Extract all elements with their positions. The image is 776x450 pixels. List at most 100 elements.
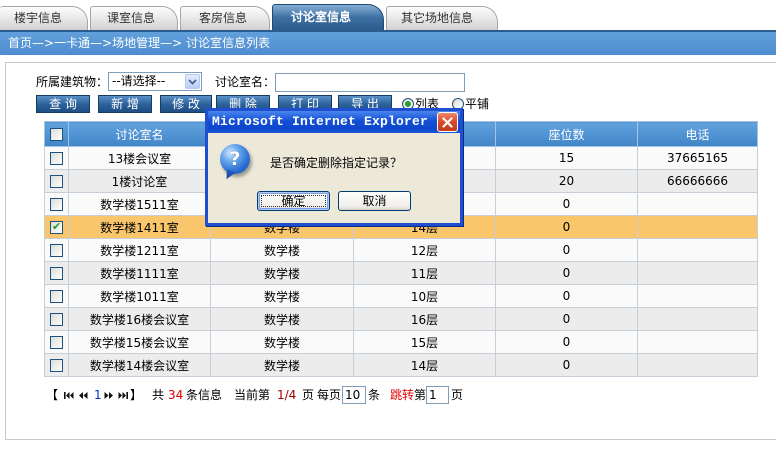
- cell-seats: 0: [495, 261, 638, 285]
- col-header-seats[interactable]: 座位数: [495, 121, 638, 147]
- dialog-close-button[interactable]: [437, 112, 458, 132]
- row-checkbox[interactable]: [50, 336, 63, 349]
- select-all-checkbox[interactable]: [50, 128, 63, 141]
- ok-button[interactable]: 确定: [257, 191, 330, 211]
- per-page-suffix: 条: [368, 388, 381, 402]
- cell-floor: 12层: [353, 238, 496, 262]
- current-page-prefix: 当前第: [234, 388, 271, 402]
- cell-building: 数学楼: [210, 284, 354, 308]
- cell-name: 数学楼1111室: [68, 261, 211, 285]
- jump-link[interactable]: 跳转: [390, 387, 414, 403]
- cell-phone: [637, 261, 758, 285]
- row-checkbox[interactable]: [50, 152, 63, 165]
- tab-label: 其它场地信息: [401, 11, 474, 25]
- query-button[interactable]: 查 询: [36, 95, 90, 113]
- row-select-cell: [44, 238, 69, 262]
- row-checkbox[interactable]: [50, 198, 63, 211]
- cell-seats: 0: [495, 353, 638, 377]
- cell-phone: [637, 215, 758, 239]
- room-name-input[interactable]: [275, 73, 465, 92]
- row-select-cell: [44, 261, 69, 285]
- cell-name: 数学楼16楼会议室: [68, 307, 211, 331]
- col-header-name[interactable]: 讨论室名: [68, 121, 211, 147]
- tab-label: 楼宇信息: [14, 11, 63, 25]
- cell-name: 数学楼1411室: [68, 215, 211, 239]
- close-icon: [442, 116, 453, 128]
- tab-other-venue-info[interactable]: 其它场地信息: [386, 6, 498, 30]
- question-icon: [220, 144, 250, 174]
- table-row[interactable]: 数学楼1111室 数学楼 11层 0: [44, 261, 758, 285]
- confirm-dialog: Microsoft Internet Explorer 是否确定删除指定记录？ …: [205, 108, 463, 226]
- prev-page-icon[interactable]: [78, 391, 88, 400]
- per-page-input[interactable]: [342, 386, 366, 404]
- cell-seats: 20: [495, 169, 638, 193]
- dialog-message: 是否确定删除指定记录？: [270, 156, 403, 170]
- row-checkbox[interactable]: [50, 175, 63, 188]
- table-row[interactable]: 数学楼1211室 数学楼 12层 0: [44, 238, 758, 262]
- view-tile-label[interactable]: 平铺: [465, 96, 489, 112]
- tab-building-info[interactable]: 楼宇信息: [0, 6, 88, 30]
- col-header-phone[interactable]: 电话: [637, 121, 758, 147]
- cell-floor: 14层: [353, 353, 496, 377]
- row-select-cell: [44, 353, 69, 377]
- add-button[interactable]: 新 增: [98, 95, 152, 113]
- row-checkbox[interactable]: [50, 359, 63, 372]
- cell-name: 数学楼1011室: [68, 284, 211, 308]
- cell-floor: 16层: [353, 307, 496, 331]
- row-select-cell: [44, 215, 69, 239]
- row-checkbox[interactable]: [50, 290, 63, 303]
- row-checkbox[interactable]: [50, 313, 63, 326]
- row-select-cell: [44, 307, 69, 331]
- building-select-value: --请选择--: [112, 74, 166, 88]
- cell-phone: [637, 192, 758, 216]
- first-page-icon[interactable]: [64, 391, 74, 400]
- table-row[interactable]: 数学楼14楼会议室 数学楼 14层 0: [44, 353, 758, 377]
- cell-name: 数学楼15楼会议室: [68, 330, 211, 354]
- row-checkbox[interactable]: [50, 267, 63, 280]
- cell-floor: 15层: [353, 330, 496, 354]
- dropdown-arrow-icon[interactable]: [185, 74, 200, 89]
- tab-label: 客房信息: [199, 11, 248, 25]
- jump-suffix: 页: [451, 388, 464, 402]
- row-checkbox[interactable]: [50, 244, 63, 257]
- room-name-label: 讨论室名：: [215, 75, 276, 89]
- total-prefix: 共: [152, 388, 165, 402]
- jump-page-input[interactable]: [426, 386, 449, 404]
- cell-phone: [637, 307, 758, 331]
- cell-name: 数学楼1511室: [68, 192, 211, 216]
- table-row[interactable]: 数学楼16楼会议室 数学楼 16层 0: [44, 307, 758, 331]
- total-suffix: 条信息: [186, 388, 223, 402]
- page-link[interactable]: 1: [94, 387, 102, 403]
- dialog-title-bar[interactable]: Microsoft Internet Explorer: [208, 111, 460, 133]
- row-select-cell: [44, 146, 69, 170]
- cell-seats: 0: [495, 215, 638, 239]
- per-page-prefix: 每页: [317, 388, 342, 402]
- cell-seats: 0: [495, 284, 638, 308]
- last-page-icon[interactable]: [118, 391, 128, 400]
- breadcrumb: 首页—>一卡通—>场地管理—> 讨论室信息列表: [0, 30, 776, 55]
- tab-guestroom-info[interactable]: 客房信息: [180, 6, 270, 30]
- jump-prefix: 第: [414, 388, 427, 402]
- cell-floor: 10层: [353, 284, 496, 308]
- tab-classroom-info[interactable]: 课室信息: [90, 6, 178, 30]
- cell-phone: 37665165: [637, 146, 758, 170]
- tab-label: 讨论室信息: [291, 10, 352, 24]
- cell-building: 数学楼: [210, 238, 354, 262]
- next-page-icon[interactable]: [104, 391, 114, 400]
- cell-seats: 0: [495, 238, 638, 262]
- row-select-cell: [44, 192, 69, 216]
- cell-phone: [637, 330, 758, 354]
- cancel-button[interactable]: 取消: [338, 191, 411, 211]
- table-row[interactable]: 数学楼1011室 数学楼 10层 0: [44, 284, 758, 308]
- pager-close-bracket: 】: [130, 388, 143, 402]
- table-row[interactable]: 数学楼15楼会议室 数学楼 15层 0: [44, 330, 758, 354]
- cell-building: 数学楼: [210, 330, 354, 354]
- cell-phone: [637, 284, 758, 308]
- building-filter-label: 所属建筑物：: [36, 75, 109, 89]
- tab-discussion-room-info[interactable]: 讨论室信息: [272, 4, 384, 30]
- cell-building: 数学楼: [210, 261, 354, 285]
- row-checkbox[interactable]: [50, 220, 63, 234]
- building-select[interactable]: --请选择--: [108, 72, 202, 91]
- tab-label: 课室信息: [107, 11, 156, 25]
- cell-name: 数学楼1211室: [68, 238, 211, 262]
